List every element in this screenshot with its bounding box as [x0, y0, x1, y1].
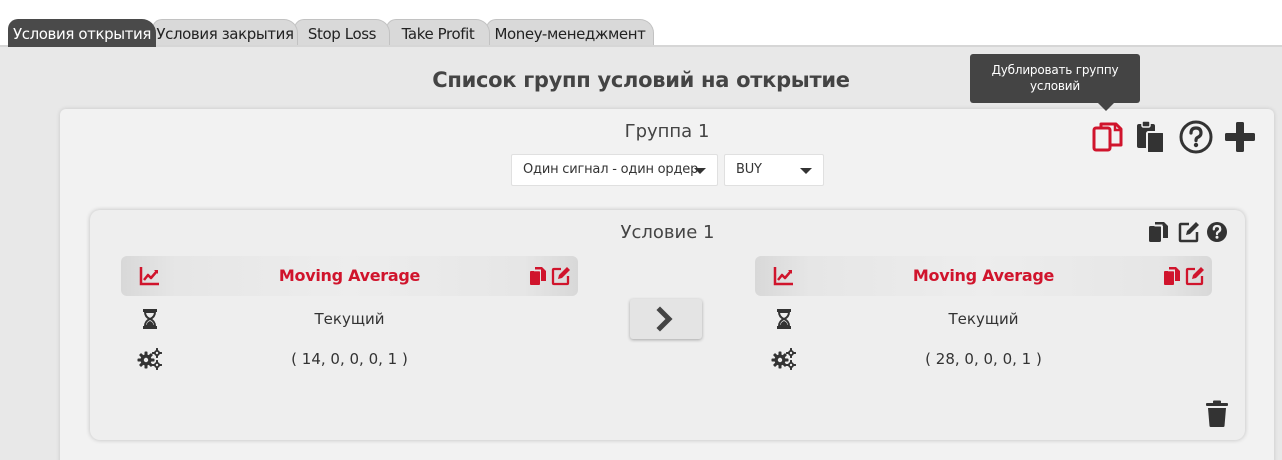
chevron-right-icon	[656, 306, 673, 332]
right-indicator-name[interactable]: Moving Average	[815, 256, 1152, 296]
help-condition-icon[interactable]	[1205, 220, 1229, 244]
right-params-value[interactable]: ( 28, 0, 0, 0, 1 )	[815, 344, 1152, 374]
left-indicator-name[interactable]: Moving Average	[181, 256, 518, 296]
trash-icon[interactable]	[1205, 400, 1229, 428]
chevron-down-icon	[800, 168, 812, 174]
copy-indicator-icon[interactable]	[1161, 265, 1183, 287]
hourglass-icon	[771, 307, 797, 331]
add-icon[interactable]	[1222, 119, 1258, 155]
duplicate-group-icon[interactable]	[1090, 119, 1126, 155]
order-side-select[interactable]: BUY	[724, 154, 824, 186]
order-mode-value: Один сигнал - один ордер	[523, 162, 699, 177]
tab-stop-loss[interactable]: Stop Loss	[294, 19, 390, 47]
tab-open-conditions[interactable]: Условия открытия	[8, 19, 156, 47]
right-indicator-header: Moving Average	[755, 256, 1212, 296]
right-timeframe-value[interactable]: Текущий	[815, 304, 1152, 334]
tooltip-line-1: Дублировать группу	[991, 63, 1119, 77]
tooltip-line-2: условий	[1030, 79, 1080, 93]
tab-money-management[interactable]: Money-менеджмент	[486, 19, 654, 47]
right-timeframe-row: Текущий	[755, 304, 1212, 334]
hourglass-icon	[137, 307, 163, 331]
condition-title: Условие 1	[620, 222, 715, 243]
left-timeframe-row: Текущий	[121, 304, 578, 334]
left-params-row: ( 14, 0, 0, 0, 1 )	[121, 344, 578, 374]
edit-condition-icon[interactable]	[1177, 220, 1201, 244]
order-side-value: BUY	[736, 162, 762, 177]
copy-indicator-icon[interactable]	[527, 265, 549, 287]
edit-indicator-icon[interactable]	[550, 265, 572, 287]
chart-line-icon	[773, 265, 795, 287]
help-icon[interactable]	[1178, 119, 1214, 155]
compare-operator-button[interactable]	[630, 299, 702, 339]
paste-icon[interactable]	[1134, 119, 1170, 155]
copy-condition-icon[interactable]	[1147, 220, 1171, 244]
condition-panel: Условие 1 Moving Average Текущий (14, 0…	[90, 210, 1245, 440]
left-params-value[interactable]: ( 14, 0, 0, 0, 1 )	[181, 344, 518, 374]
duplicate-group-tooltip: Дублировать группу условий	[970, 54, 1140, 111]
order-mode-select[interactable]: Один сигнал - один ордер	[511, 154, 718, 186]
edit-indicator-icon[interactable]	[1184, 265, 1206, 287]
left-timeframe-value[interactable]: Текущий	[181, 304, 518, 334]
gears-icon	[137, 347, 163, 371]
chart-line-icon	[139, 265, 161, 287]
tab-bar: Money-менеджмент Take Profit Stop Loss У…	[0, 0, 1282, 47]
chevron-down-icon	[694, 168, 706, 174]
gears-icon	[771, 347, 797, 371]
right-params-row: ( 28, 0, 0, 0, 1 )	[755, 344, 1212, 374]
left-indicator-header: Moving Average	[121, 256, 578, 296]
tab-close-conditions[interactable]: Условия закрытия	[152, 19, 298, 47]
group-panel: Группа 1 Один сигнал - один ордер BUY Ус…	[60, 109, 1274, 460]
tab-take-profit[interactable]: Take Profit	[386, 19, 490, 47]
